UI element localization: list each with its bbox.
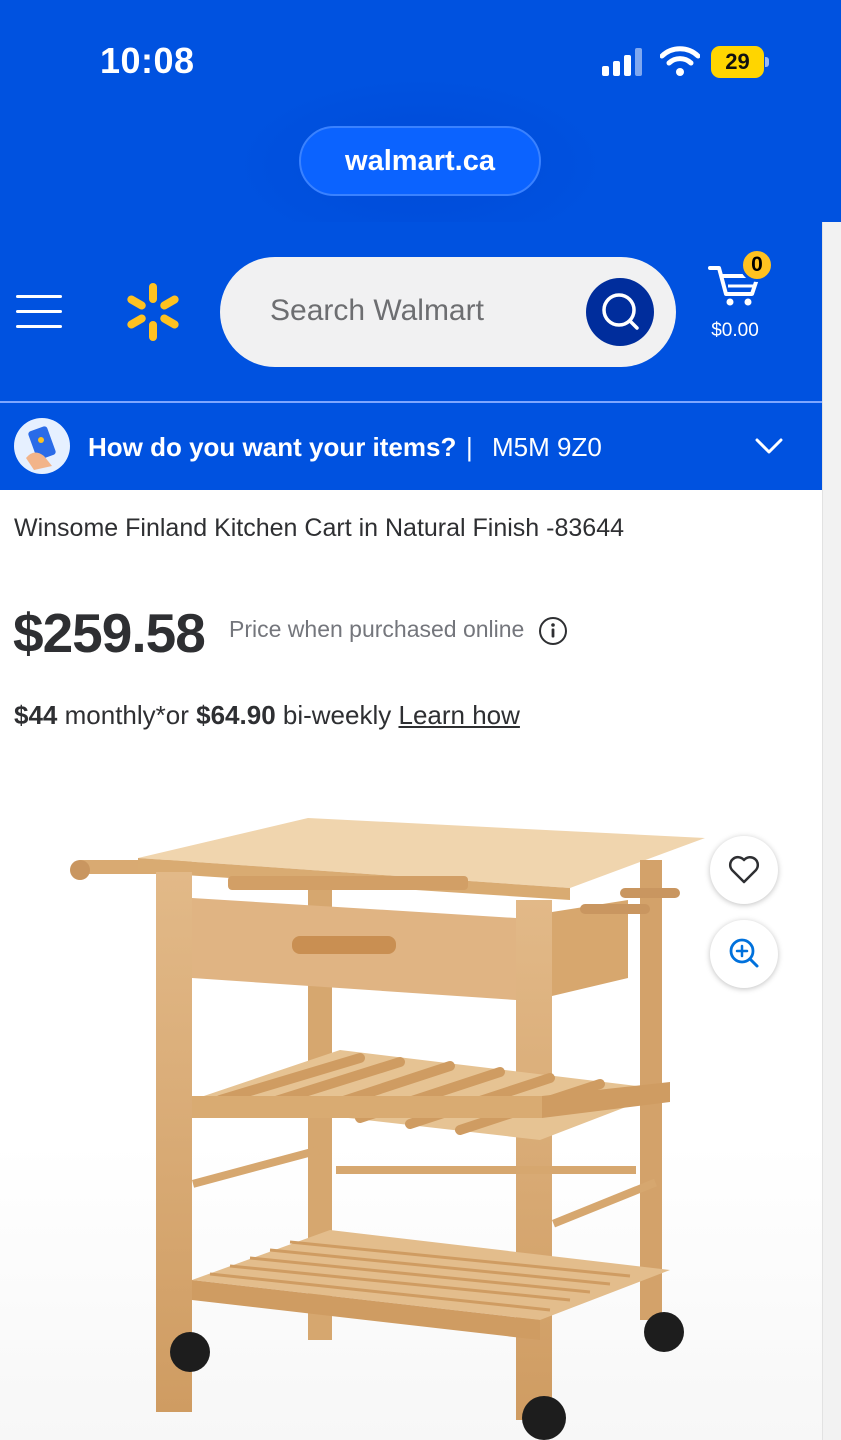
fulfillment-separator: | <box>466 432 473 462</box>
zoom-in-icon <box>729 938 759 968</box>
zoom-button[interactable] <box>710 920 778 988</box>
search-button[interactable] <box>586 278 654 346</box>
menu-icon[interactable] <box>16 291 64 331</box>
fulfillment-question: How do you want your items? <box>88 432 457 462</box>
learn-how-link[interactable]: Learn how <box>398 700 519 730</box>
chevron-down-icon[interactable] <box>754 436 784 456</box>
product-title: Winsome Finland Kitchen Cart in Natural … <box>14 514 624 542</box>
cart-count-badge: 0 <box>740 248 774 282</box>
favorite-button[interactable] <box>710 836 778 904</box>
fulfillment-icon <box>14 418 70 474</box>
monthly-text: monthly*or <box>57 700 197 730</box>
product-price: $259.58 <box>13 602 206 664</box>
price-note: Price when purchased online <box>229 616 525 642</box>
postal-code[interactable]: M5M 9Z0 <box>492 432 602 463</box>
monthly-amount: $44 <box>14 700 58 730</box>
battery-nub <box>765 57 769 67</box>
page-scrollbar-track[interactable] <box>822 222 841 1440</box>
battery-level: 29 <box>711 46 764 78</box>
search-input[interactable] <box>270 289 570 333</box>
address-bar[interactable]: walmart.ca <box>299 126 541 196</box>
biweekly-amount: $64.90 <box>196 700 276 730</box>
product-image[interactable] <box>60 800 720 1440</box>
battery-indicator: 29 <box>711 46 769 78</box>
search-bar <box>220 257 676 367</box>
status-time: 10:08 <box>100 40 195 81</box>
search-icon <box>602 293 639 330</box>
info-icon[interactable] <box>538 616 568 646</box>
cart-total[interactable]: $0.00 <box>700 320 770 342</box>
financing-info: $44 monthly*or $64.90 bi-weekly Learn ho… <box>14 700 520 731</box>
biweekly-text: bi-weekly <box>275 700 399 730</box>
walmart-spark-logo[interactable] <box>122 281 184 343</box>
cellular-signal-icon <box>602 48 642 76</box>
wifi-icon <box>660 46 700 76</box>
heart-icon <box>728 855 760 884</box>
